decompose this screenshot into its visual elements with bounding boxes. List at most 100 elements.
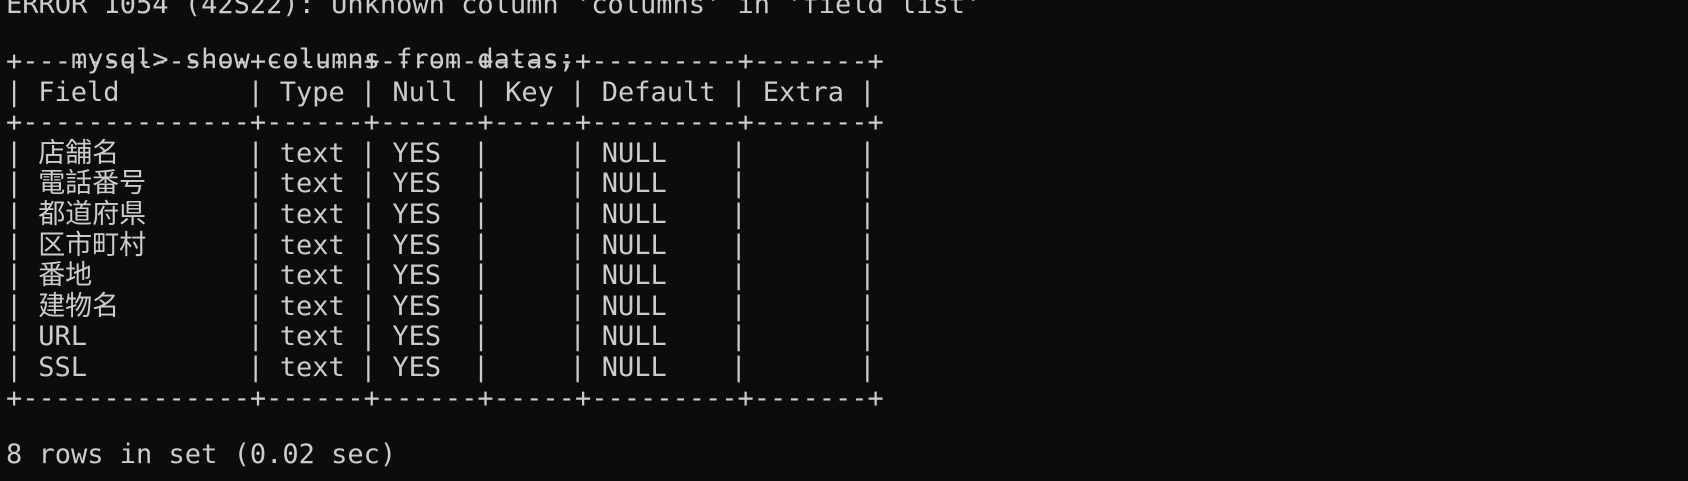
column-divider: | (247, 260, 264, 292)
cell-null: YES (392, 352, 442, 383)
column-divider: | (360, 199, 377, 230)
column-divider: | (247, 168, 264, 200)
cell-null: YES (392, 199, 442, 230)
column-divider: | (247, 199, 264, 230)
column-divider: | (859, 352, 876, 383)
cell-default: Default (601, 76, 716, 108)
cell-field: 区市町村 (38, 229, 147, 261)
column-divider: | (6, 290, 23, 322)
column-divider: | (360, 321, 377, 353)
column-divider: | (730, 76, 747, 108)
cell-field: Field (38, 76, 120, 108)
table-bottom-border: +--------------+------+------+-----+----… (6, 382, 884, 414)
column-divider: | (569, 260, 586, 292)
column-divider: | (247, 137, 264, 169)
command-line: mysql> show columns from datas; (6, 10, 575, 75)
cell-type: text (279, 321, 345, 353)
column-divider: | (859, 76, 876, 108)
cell-extra: Extra (762, 76, 844, 108)
cell-null: YES (392, 290, 442, 322)
column-divider: | (730, 168, 747, 200)
cell-default: NULL (601, 260, 667, 292)
column-divider: | (569, 290, 586, 322)
column-divider: | (472, 137, 490, 169)
column-divider: | (472, 260, 490, 292)
column-divider: | (859, 168, 876, 200)
column-divider: | (247, 321, 264, 353)
column-divider: | (247, 229, 264, 261)
cell-field: 建物名 (38, 290, 120, 322)
column-divider: | (360, 229, 377, 261)
cell-null: YES (392, 137, 442, 169)
cell-null: YES (392, 321, 442, 353)
column-divider: | (472, 199, 490, 230)
column-divider: | (247, 352, 264, 383)
cell-type: Type (279, 76, 345, 108)
column-divider: | (859, 321, 876, 353)
column-divider: | (360, 168, 377, 200)
column-divider: | (730, 260, 747, 292)
cell-null: Null (392, 76, 458, 108)
column-divider: | (569, 199, 586, 230)
column-divider: | (859, 199, 876, 230)
column-divider: | (360, 137, 377, 169)
column-divider: | (472, 352, 490, 383)
column-divider: | (472, 168, 490, 200)
column-divider: | (730, 137, 747, 169)
cell-type: text (279, 290, 345, 322)
cell-null: YES (392, 260, 442, 292)
column-divider: | (472, 290, 490, 322)
column-divider: | (859, 290, 876, 322)
column-divider: | (6, 199, 23, 230)
cell-default: NULL (601, 290, 667, 322)
cell-default: NULL (601, 229, 667, 261)
column-divider: | (360, 352, 377, 383)
column-divider: | (730, 352, 747, 383)
column-divider: | (247, 290, 264, 322)
column-divider: | (859, 229, 876, 261)
terminal-window[interactable]: ERROR 1054 (42S22): Unknown column 'colu… (0, 0, 1688, 481)
cell-field: 番地 (38, 260, 93, 292)
cell-default: NULL (601, 168, 667, 200)
cell-default: NULL (601, 352, 667, 383)
column-divider: | (730, 321, 747, 353)
column-divider: | (360, 260, 377, 292)
column-divider: | (569, 168, 586, 200)
cell-field: 電話番号 (38, 168, 147, 200)
cell-null: YES (392, 168, 442, 200)
cell-field: URL (38, 321, 87, 353)
column-divider: | (569, 76, 586, 108)
column-divider: | (6, 137, 23, 169)
column-divider: | (6, 352, 23, 383)
cell-type: text (279, 229, 345, 261)
column-divider: | (569, 321, 586, 353)
result-status: 8 rows in set (0.02 sec) (6, 439, 397, 470)
column-divider: | (6, 76, 23, 108)
column-divider: | (730, 290, 747, 322)
column-divider: | (859, 260, 876, 292)
column-divider: | (569, 137, 586, 169)
cell-default: NULL (601, 137, 667, 169)
cell-field: SSL (38, 352, 87, 383)
cell-default: NULL (601, 321, 667, 353)
cell-null: YES (392, 229, 442, 261)
cell-type: text (279, 260, 345, 292)
column-divider: | (247, 76, 264, 108)
column-divider: | (472, 321, 490, 353)
column-divider: | (360, 290, 377, 322)
cell-type: text (279, 168, 345, 200)
column-divider: | (472, 229, 490, 261)
cell-type: text (279, 137, 345, 169)
table-top-border: +--------------+------+------+-----+----… (6, 46, 884, 77)
column-divider: | (472, 76, 490, 108)
column-divider: | (6, 321, 23, 353)
column-divider: | (569, 352, 586, 383)
cell-key: Key (505, 76, 554, 108)
column-divider: | (730, 229, 747, 261)
cell-default: NULL (601, 199, 667, 230)
cell-type: text (279, 352, 345, 383)
cell-field: 店舗名 (38, 137, 120, 169)
column-divider: | (6, 229, 23, 261)
column-divider: | (859, 137, 876, 169)
column-divider: | (730, 199, 747, 230)
